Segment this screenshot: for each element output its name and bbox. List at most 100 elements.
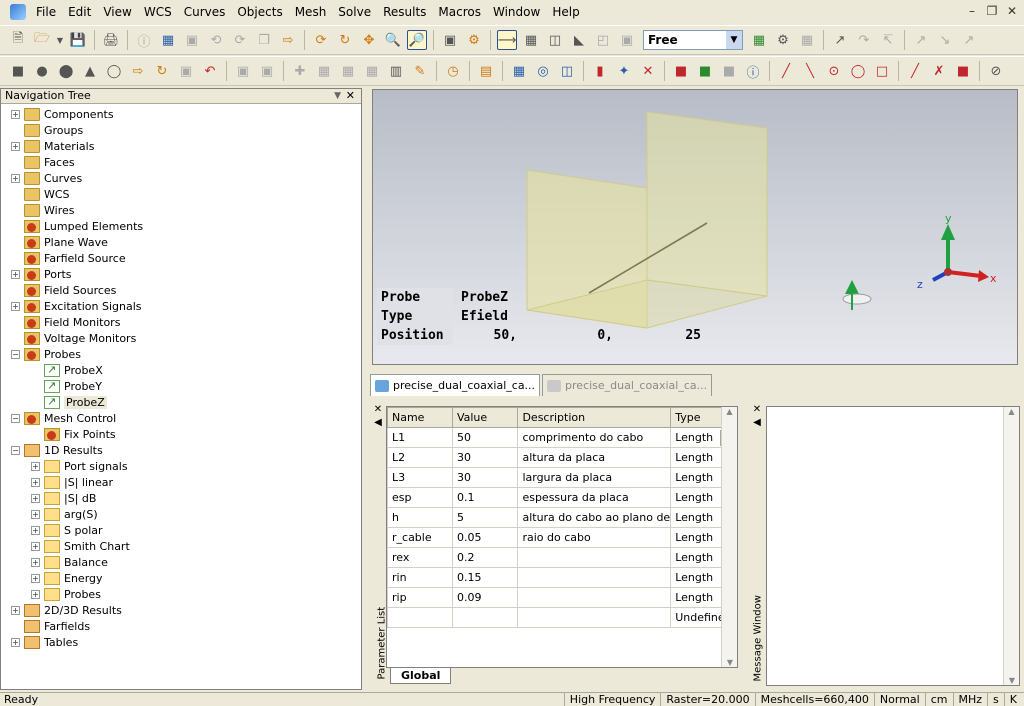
expand-icon[interactable]: + bbox=[31, 509, 40, 519]
tree-item[interactable]: ProbeX bbox=[31, 362, 103, 378]
expand-icon[interactable]: + bbox=[31, 557, 40, 567]
tree-item[interactable]: + |S| linear bbox=[31, 474, 113, 490]
tab-3d-view[interactable]: precise_dual_coaxial_ca... bbox=[370, 374, 541, 396]
pin-icon[interactable]: ▼ bbox=[334, 89, 341, 103]
table-row[interactable]: esp 0.1 espessura da placa Length bbox=[387, 487, 737, 508]
expand-icon[interactable]: + bbox=[31, 477, 40, 487]
param-name-cell[interactable]: h bbox=[387, 507, 453, 528]
param-description-cell[interactable]: raio do cabo bbox=[517, 527, 672, 548]
tree-item[interactable]: Voltage Monitors bbox=[11, 330, 136, 346]
view-mode-select[interactable]: Free ▼ bbox=[643, 30, 743, 50]
param-description-cell[interactable] bbox=[517, 567, 672, 588]
expand-icon[interactable]: + bbox=[11, 269, 20, 279]
transform-icon[interactable]: ◰ bbox=[593, 30, 613, 50]
tree-item[interactable]: − Mesh Control bbox=[11, 410, 116, 426]
tree-item[interactable]: + Balance bbox=[31, 554, 108, 570]
spin-view-icon[interactable]: ↻ bbox=[335, 30, 355, 50]
boundary-icon[interactable]: ◎ bbox=[533, 61, 553, 81]
view-options-icon[interactable]: ⚙ bbox=[464, 30, 484, 50]
tree-item[interactable]: Faces bbox=[11, 154, 75, 170]
menu-file[interactable]: File bbox=[30, 0, 62, 24]
new-file-icon[interactable]: 🗎 bbox=[8, 30, 28, 50]
circle-icon[interactable]: ⊙ bbox=[824, 61, 844, 81]
table-row[interactable]: r_cable 0.05 raio do cabo Length bbox=[387, 527, 737, 548]
minimize-icon[interactable]: – bbox=[964, 3, 980, 19]
tree-item[interactable]: Field Monitors bbox=[11, 314, 120, 330]
tree-item[interactable]: + Materials bbox=[11, 138, 94, 154]
tree-item[interactable]: + |S| dB bbox=[31, 490, 96, 506]
collapse-icon[interactable]: − bbox=[11, 349, 20, 359]
perspective-icon[interactable]: ◣ bbox=[569, 30, 589, 50]
chevron-down-icon[interactable]: ▼ bbox=[726, 31, 742, 49]
expand-icon[interactable]: + bbox=[11, 173, 20, 183]
pick-face-icon[interactable]: ▦ bbox=[338, 61, 358, 81]
macro-edit-icon[interactable]: ↘ bbox=[935, 30, 955, 50]
extrude-icon[interactable]: ⇨ bbox=[128, 61, 148, 81]
tree-item[interactable]: + Excitation Signals bbox=[11, 298, 142, 314]
param-value-cell[interactable] bbox=[451, 607, 519, 628]
field-monitor-icon[interactable]: ■ bbox=[671, 61, 691, 81]
reset-view-icon[interactable]: ▣ bbox=[440, 30, 460, 50]
expand-icon[interactable]: + bbox=[31, 541, 40, 551]
pick-edge-icon[interactable]: ▦ bbox=[314, 61, 334, 81]
tree-item[interactable]: Farfield Source bbox=[11, 250, 126, 266]
table-row[interactable]: h 5 altura do cabo ao plano de Length bbox=[387, 507, 737, 528]
table-row[interactable]: L150comprimento do caboLength▼ bbox=[387, 427, 737, 448]
tree-item[interactable]: WCS bbox=[11, 186, 70, 202]
zoom-window-icon[interactable]: 🔎 bbox=[407, 30, 427, 50]
menu-wcs[interactable]: WCS bbox=[138, 0, 178, 24]
param-name-cell[interactable]: esp bbox=[387, 487, 453, 508]
tree-item[interactable]: + Smith Chart bbox=[31, 538, 130, 554]
message-scrollbar[interactable]: ▲ ▼ bbox=[1003, 407, 1019, 685]
tree-item[interactable]: + Probes bbox=[31, 586, 101, 602]
menu-view[interactable]: View bbox=[97, 0, 137, 24]
loft-icon[interactable]: ▣ bbox=[176, 61, 196, 81]
cylinder-icon[interactable]: ⬤ bbox=[56, 61, 76, 81]
col-description[interactable]: Description bbox=[517, 407, 672, 428]
scroll-down-icon[interactable]: ▼ bbox=[722, 658, 737, 667]
param-name-cell[interactable]: r_cable bbox=[387, 527, 453, 548]
mesh-adapt-icon[interactable]: ▦ bbox=[797, 30, 817, 50]
tree-item[interactable]: − 1D Results bbox=[11, 442, 103, 458]
menu-objects[interactable]: Objects bbox=[231, 0, 288, 24]
close-icon[interactable]: ✕ bbox=[1004, 3, 1020, 19]
boolean-sub-icon[interactable]: ▣ bbox=[257, 61, 277, 81]
export2-icon[interactable]: ↸ bbox=[878, 30, 898, 50]
line-icon[interactable]: ╱ bbox=[776, 61, 796, 81]
port-icon[interactable]: ▮ bbox=[590, 61, 610, 81]
expand-icon[interactable]: + bbox=[31, 493, 40, 503]
cube-view-icon[interactable]: ◫ bbox=[545, 30, 565, 50]
table-row[interactable]: Undefined bbox=[387, 607, 737, 628]
tree-item[interactable]: + Energy bbox=[31, 570, 103, 586]
restore-icon[interactable]: ❐ bbox=[984, 3, 1000, 19]
mesh-view-icon[interactable]: ▦ bbox=[749, 30, 769, 50]
copy-icon[interactable]: ❐ bbox=[254, 30, 274, 50]
expand-icon[interactable]: + bbox=[11, 109, 20, 119]
plot-icon[interactable]: ↗ bbox=[830, 30, 850, 50]
tree-item[interactable]: + Ports bbox=[11, 266, 72, 282]
tree-item[interactable]: + Tables bbox=[11, 634, 78, 650]
collapse-icon[interactable]: − bbox=[11, 413, 20, 423]
param-description-cell[interactable]: altura do cabo ao plano de bbox=[517, 507, 672, 528]
background-material-icon[interactable]: ▦ bbox=[509, 61, 529, 81]
pan-icon[interactable]: ✥ bbox=[359, 30, 379, 50]
trim-curve-icon[interactable]: ╱ bbox=[905, 61, 925, 81]
history-icon[interactable]: ▣ bbox=[182, 30, 202, 50]
param-name-cell[interactable]: L3 bbox=[387, 467, 453, 488]
param-value-cell[interactable]: 30 bbox=[451, 467, 519, 488]
param-description-cell[interactable]: comprimento do cabo bbox=[517, 427, 672, 448]
close-icon[interactable]: ✕ bbox=[346, 89, 355, 103]
tree-item[interactable]: Groups bbox=[11, 122, 83, 138]
param-description-cell[interactable]: largura da placa bbox=[517, 467, 672, 488]
mesh-properties-icon[interactable]: ⚙ bbox=[773, 30, 793, 50]
tree-item[interactable]: Lumped Elements bbox=[11, 218, 143, 234]
param-description-cell[interactable] bbox=[517, 607, 672, 628]
param-name-cell[interactable]: L2 bbox=[387, 447, 453, 468]
param-description-cell[interactable]: espessura da placa bbox=[517, 487, 672, 508]
col-value[interactable]: Value bbox=[451, 407, 519, 428]
sphere-icon[interactable]: ● bbox=[32, 61, 52, 81]
col-name[interactable]: Name bbox=[387, 407, 453, 428]
menu-solve[interactable]: Solve bbox=[332, 0, 377, 24]
tree-item[interactable]: + arg(S) bbox=[31, 506, 98, 522]
3d-viewport[interactable]: y x z Probe ProbeZ Type Efield Position 50… bbox=[372, 89, 1018, 365]
